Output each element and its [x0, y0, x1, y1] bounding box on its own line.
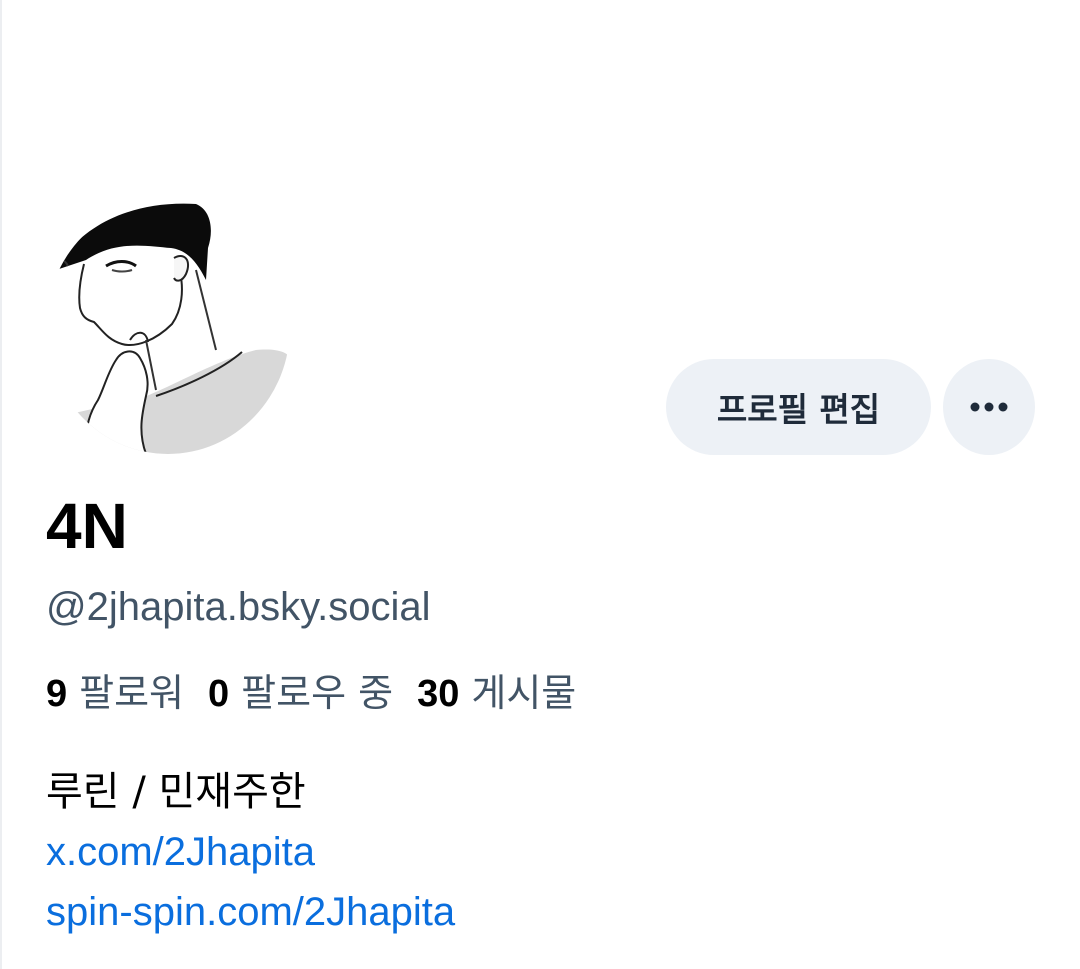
followers-label: 팔로워 [79, 671, 185, 715]
edit-profile-label: 프로필 편집 [716, 390, 881, 429]
following-stat[interactable]: 0 팔로우 중 [208, 665, 393, 722]
following-count: 0 [208, 673, 230, 715]
bio-link-spin[interactable]: spin-spin.com/2Jhapita [46, 882, 455, 942]
following-label: 팔로우 중 [241, 671, 394, 715]
posts-label: 게시물 [471, 671, 577, 715]
edit-profile-button[interactable]: 프로필 편집 [666, 359, 931, 455]
bio-link-x[interactable]: x.com/2Jhapita [46, 822, 455, 882]
profile-stats: 9 팔로워 0 팔로우 중 30 게시물 [46, 665, 600, 722]
followers-stat[interactable]: 9 팔로워 [46, 665, 184, 722]
left-divider [0, 0, 2, 969]
posts-count: 30 [417, 673, 460, 715]
handle: @2jhapita.bsky.social [46, 585, 431, 629]
avatar[interactable] [46, 200, 290, 454]
ellipsis-horizontal-icon [970, 402, 1008, 412]
more-options-button[interactable] [943, 359, 1035, 455]
posts-stat: 30 게시물 [417, 665, 576, 722]
bio-text: 루린 / 민재주한 [46, 769, 306, 815]
bio: 루린 / 민재주한 x.com/2Jhapita spin-spin.com/2… [46, 762, 455, 942]
followers-count: 9 [46, 673, 68, 715]
avatar-drawing [46, 203, 290, 454]
display-name: 4N [46, 490, 128, 562]
